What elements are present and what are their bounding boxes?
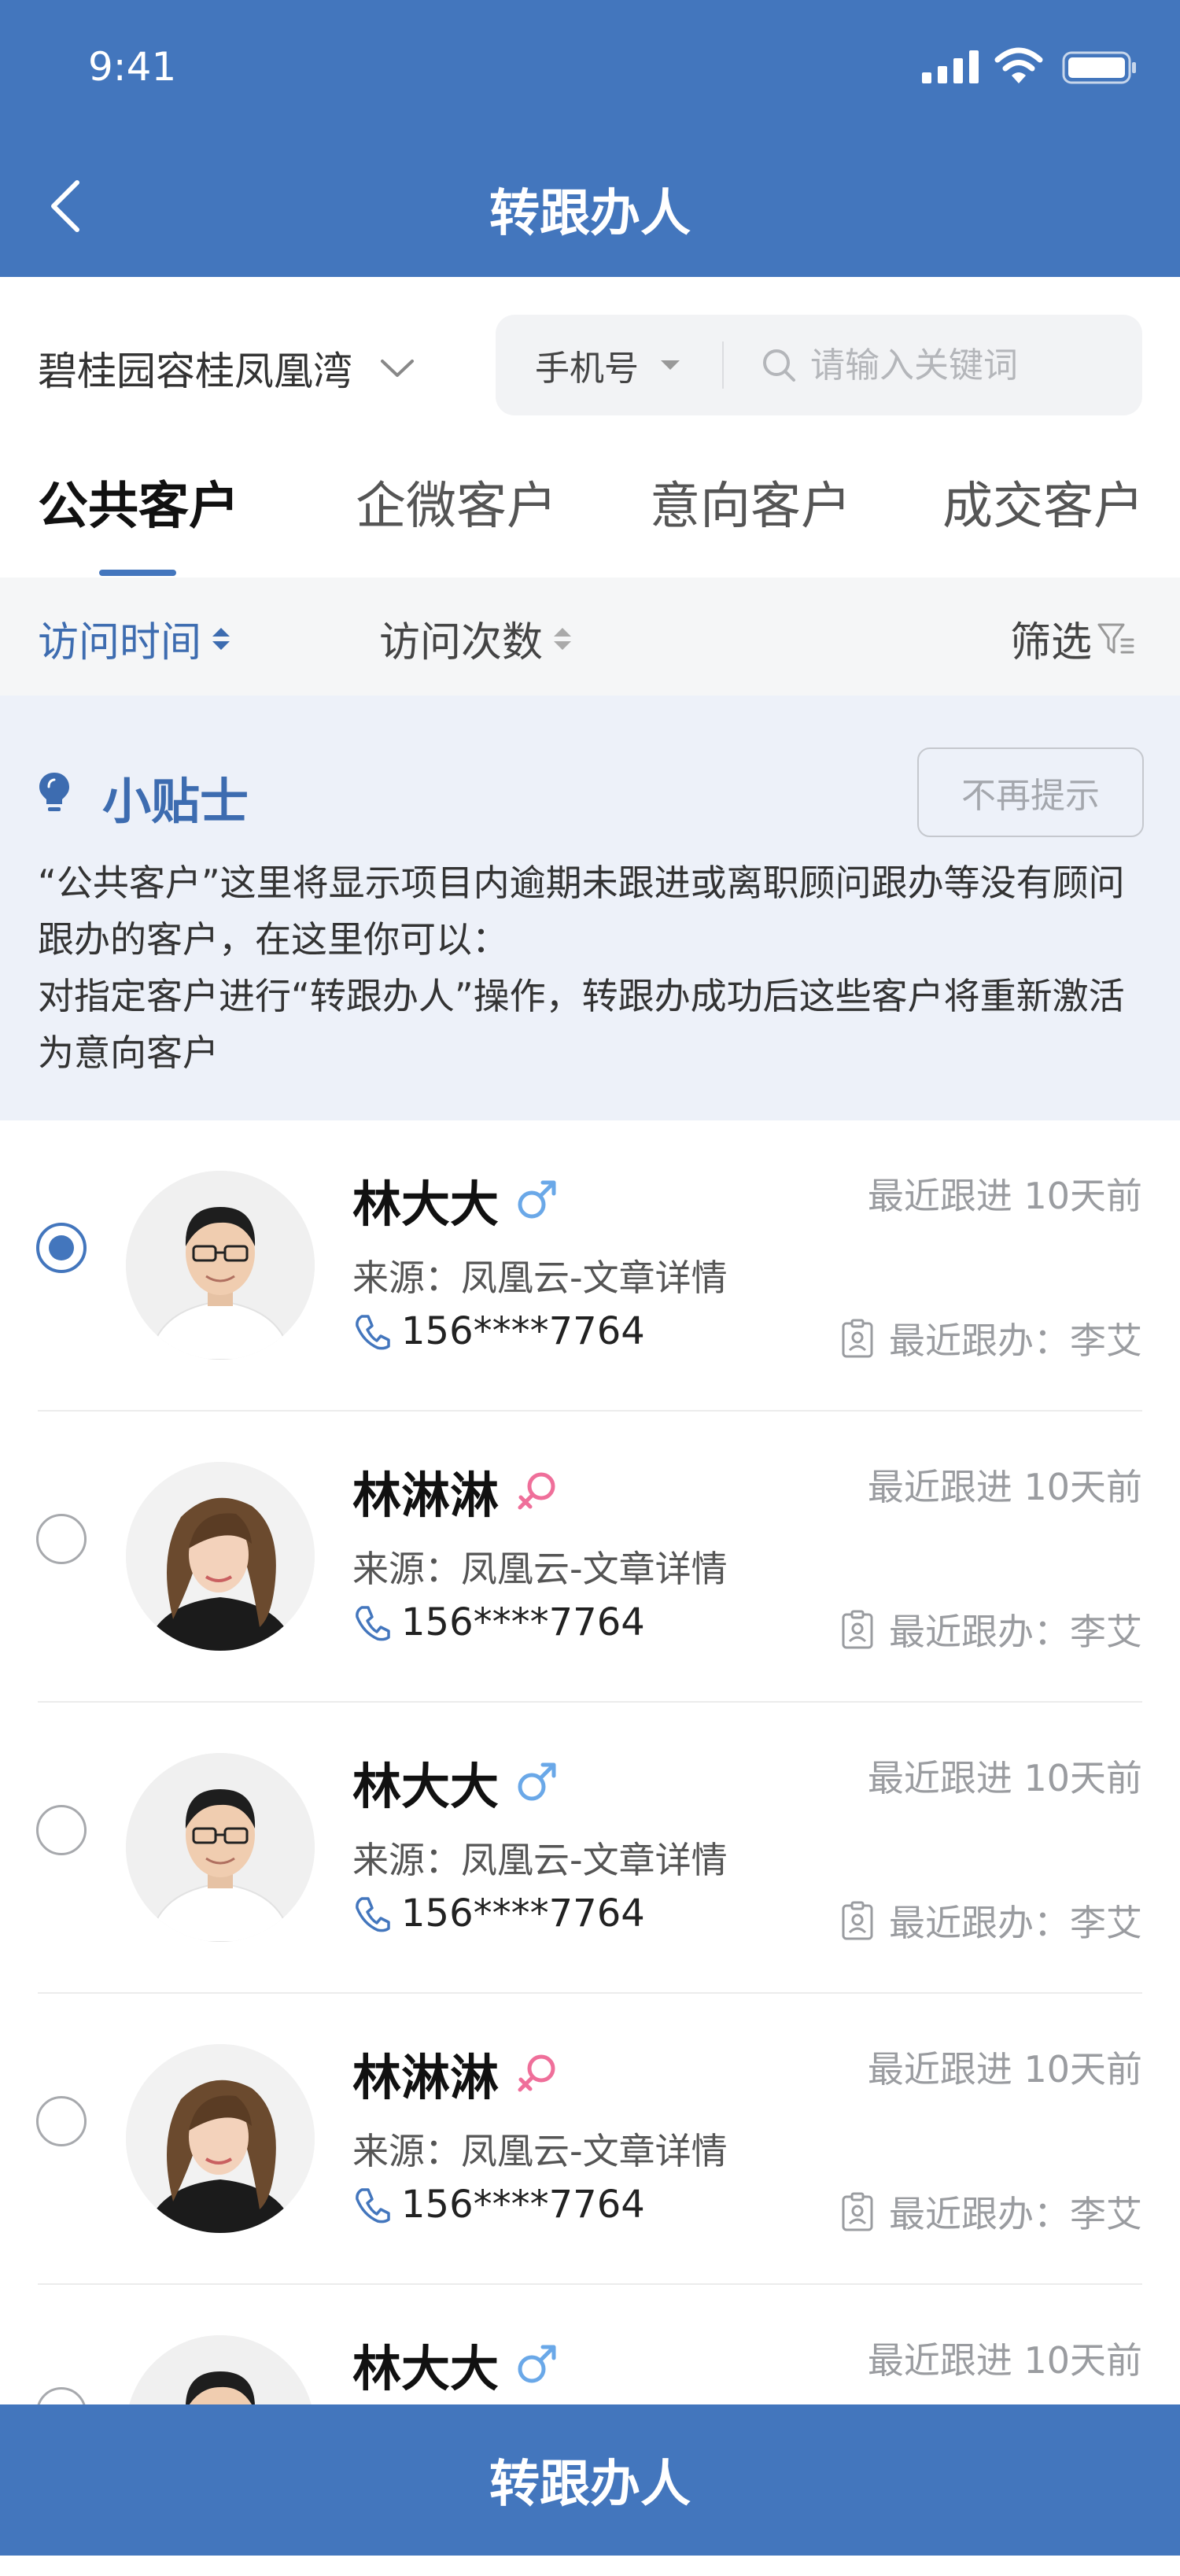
- wifi-icon: [994, 47, 1043, 83]
- search-input[interactable]: [810, 334, 1125, 397]
- lightbulb-icon: [39, 773, 69, 811]
- customer-name-wrap: 林淋淋: [352, 2038, 559, 2109]
- last-handler-text: 最近跟办：李艾: [889, 2193, 1142, 2235]
- male-gender-icon: [514, 2342, 559, 2386]
- avatar: [126, 1753, 315, 1942]
- last-handler: 最近跟办：李艾: [840, 1312, 1142, 1364]
- avatar: [126, 1171, 315, 1360]
- customer-name: 林淋淋: [352, 2049, 500, 2106]
- sort-bar: 访问时间 访问次数 筛选: [0, 578, 1180, 696]
- tab-indicator: [99, 570, 176, 576]
- select-radio[interactable]: [36, 1223, 87, 1273]
- tab-deal-customers[interactable]: 成交客户: [942, 466, 1144, 538]
- last-followup: 最近跟进 10天前: [867, 1757, 1142, 1799]
- badge-icon: [842, 1610, 873, 1649]
- sort-arrows-icon: [212, 627, 230, 650]
- filter-label: 筛选: [1010, 619, 1093, 666]
- avatar: [126, 1462, 315, 1651]
- last-handler: 最近跟办：李艾: [840, 1895, 1142, 1947]
- phone-icon: [356, 1315, 390, 1350]
- customer-name: 林淋淋: [352, 1467, 500, 1524]
- filter-button[interactable]: 筛选: [1010, 609, 1134, 668]
- search-type-label: 手机号: [535, 349, 639, 389]
- chevron-down-icon: [381, 360, 414, 377]
- search-icon: [763, 349, 795, 382]
- last-handler-text: 最近跟办：李艾: [889, 1319, 1142, 1362]
- project-name: 碧桂园容桂凤凰湾: [38, 349, 352, 394]
- customer-row[interactable]: 林淋淋 最近跟进 10天前 来源：凤凰云-文章详情 156****7764 最近…: [0, 1412, 1180, 1703]
- tips-title: 小贴士: [102, 773, 249, 830]
- badge-icon: [842, 2192, 873, 2231]
- last-followup: 最近跟进 10天前: [867, 1466, 1142, 1508]
- customer-row[interactable]: 林大大 最近跟进 10天前 来源：凤凰云-文章详情 156****7764 最近…: [0, 1120, 1180, 1412]
- signal-icon: [922, 50, 980, 83]
- customer-name: 林大大: [352, 1758, 500, 1815]
- last-followup: 最近跟进 10天前: [867, 2048, 1142, 2091]
- sort-visit-count[interactable]: 访问次数: [379, 609, 572, 668]
- customer-name-wrap: 林淋淋: [352, 1456, 559, 1526]
- battery-icon: [1062, 51, 1136, 84]
- badge-icon: [842, 1319, 873, 1358]
- search-box: 手机号: [496, 315, 1142, 415]
- customer-source: 来源：凤凰云-文章详情: [352, 1548, 728, 1590]
- last-handler: 最近跟办：李艾: [840, 2186, 1142, 2238]
- customer-name: 林大大: [352, 1175, 500, 1233]
- transfer-handler-button[interactable]: 转跟办人: [0, 2404, 1180, 2556]
- badge-icon: [842, 1901, 873, 1940]
- sort-arrows-icon: [554, 627, 572, 650]
- select-radio[interactable]: [36, 1514, 87, 1564]
- sort-visit-time-label: 访问时间: [38, 619, 202, 666]
- phone-icon: [356, 1897, 390, 1932]
- male-gender-icon: [514, 1178, 559, 1222]
- tips-line: 对指定客户进行“转跟办人”操作，转跟办成功后这些客户将重新激活为意向客户: [38, 975, 1125, 1074]
- customer-source: 来源：凤凰云-文章详情: [352, 1839, 728, 1881]
- customer-source: 来源：凤凰云-文章详情: [352, 1257, 728, 1299]
- customer-phone[interactable]: 156****7764: [352, 1891, 645, 1936]
- customer-name: 林大大: [352, 2340, 500, 2397]
- sort-visit-time[interactable]: 访问时间: [38, 609, 230, 668]
- divider: [722, 341, 724, 389]
- customer-row[interactable]: 林大大 最近跟进 10天前 来源：凤凰云-文章详情 156****7764 最近…: [0, 1703, 1180, 1994]
- customer-phone[interactable]: 156****7764: [352, 2183, 645, 2227]
- customer-source: 来源：凤凰云-文章详情: [352, 2130, 728, 2172]
- customer-name-wrap: 林大大: [352, 2329, 559, 2400]
- sort-visit-count-label: 访问次数: [379, 619, 544, 666]
- last-handler: 最近跟办：李艾: [840, 1604, 1142, 1655]
- phone-icon: [356, 2188, 390, 2224]
- phone-number: 156****7764: [401, 1891, 645, 1936]
- phone-number: 156****7764: [401, 1600, 645, 1644]
- project-selector[interactable]: 碧桂园容桂凤凰湾: [38, 337, 415, 400]
- tab-intent-customers[interactable]: 意向客户: [650, 466, 851, 538]
- tab-public-customers[interactable]: 公共客户: [38, 466, 239, 538]
- phone-number: 156****7764: [401, 2183, 645, 2227]
- select-radio[interactable]: [36, 1805, 87, 1855]
- tips-text: “公共客户”这里将显示项目内逾期未跟进或离职顾问跟办等没有顾问跟办的客户，在这里…: [38, 854, 1147, 1081]
- dismiss-tips-button[interactable]: 不再提示: [917, 747, 1144, 837]
- last-handler-text: 最近跟办：李艾: [889, 1611, 1142, 1653]
- phone-icon: [356, 1606, 390, 1641]
- search-type-dropdown[interactable]: 手机号: [535, 315, 680, 415]
- female-gender-icon: [514, 1469, 559, 1513]
- phone-number: 156****7764: [401, 1309, 645, 1353]
- filter-icon: [1097, 623, 1134, 653]
- customer-phone[interactable]: 156****7764: [352, 1600, 645, 1644]
- page-title: 转跟办人: [489, 185, 691, 243]
- tips-line: “公共客户”这里将显示项目内逾期未跟进或离职顾问跟办等没有顾问跟办的客户，在这里…: [38, 862, 1125, 961]
- female-gender-icon: [514, 2051, 559, 2095]
- male-gender-icon: [514, 1760, 559, 1804]
- last-followup: 最近跟进 10天前: [867, 2339, 1142, 2382]
- customer-name-wrap: 林大大: [352, 1747, 559, 1818]
- customer-name-wrap: 林大大: [352, 1164, 559, 1235]
- caret-down-icon: [661, 360, 680, 370]
- customer-phone[interactable]: 156****7764: [352, 1309, 645, 1353]
- select-radio[interactable]: [36, 2096, 87, 2146]
- avatar: [126, 2044, 315, 2233]
- status-time: 9:41: [88, 44, 177, 90]
- last-handler-text: 最近跟办：李艾: [889, 1902, 1142, 1944]
- last-followup: 最近跟进 10天前: [867, 1175, 1142, 1217]
- customer-row[interactable]: 林淋淋 最近跟进 10天前 来源：凤凰云-文章详情 156****7764 最近…: [0, 1994, 1180, 2285]
- tab-wecom-customers[interactable]: 企微客户: [356, 466, 557, 538]
